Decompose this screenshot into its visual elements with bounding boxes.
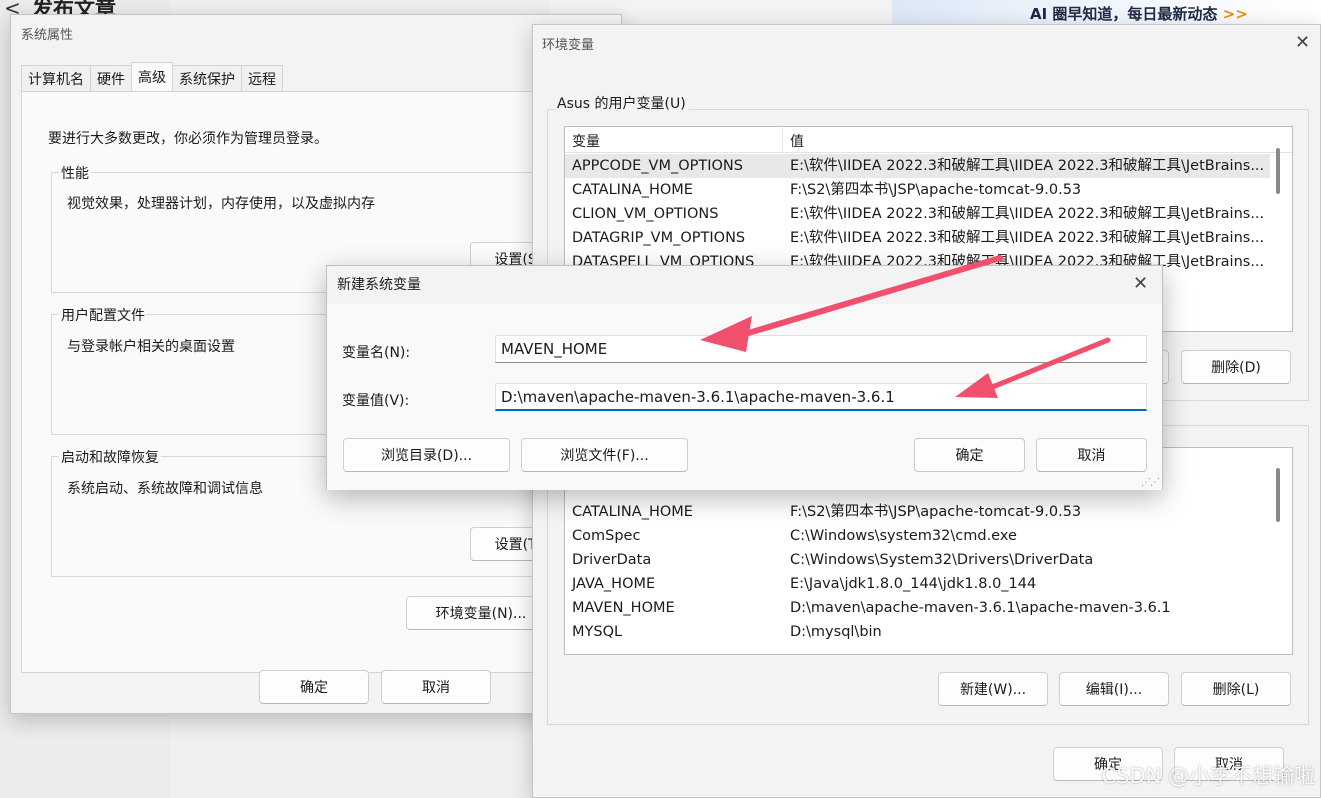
system-properties-tabs: 计算机名 硬件 高级 系统保护 远程	[21, 62, 283, 92]
variable-name-input[interactable]	[495, 335, 1147, 363]
system-properties-title: 系统属性	[21, 28, 74, 43]
user-table-header: 变量 值	[565, 127, 1292, 153]
variable-name: CATALINA_HOME	[572, 182, 693, 198]
tab-hardware[interactable]: 硬件	[90, 65, 132, 91]
variable-value: E:\软件\IIDEA 2022.3和破解工具\IIDEA 2022.3和破解工…	[790, 206, 1265, 222]
variable-name: APPCODE_VM_OPTIONS	[572, 158, 743, 174]
dialog-ok-button[interactable]: 确定	[914, 438, 1025, 472]
tab-system-protection[interactable]: 系统保护	[172, 65, 242, 91]
user-table-scrollbar[interactable]	[1276, 148, 1280, 194]
browse-file-button[interactable]: 浏览文件(F)...	[521, 438, 688, 472]
resize-grip-icon[interactable]: ⋰⋰	[1141, 477, 1160, 488]
user-profiles-desc: 与登录帐户相关的桌面设置	[67, 339, 235, 355]
system-variable-edit-button[interactable]: 编辑(I)...	[1059, 672, 1169, 706]
browse-directory-button[interactable]: 浏览目录(D)...	[343, 438, 510, 472]
variable-value-label: 变量值(V):	[342, 393, 410, 409]
column-header-value[interactable]: 值	[783, 127, 811, 153]
table-row[interactable]: DATAGRIP_VM_OPTIONS E:\软件\IIDEA 2022.3和破解…	[565, 226, 1270, 250]
variable-value: D:\mysql\bin	[790, 624, 882, 640]
variable-value: D:\maven\apache-maven-3.6.1\apache-maven…	[790, 600, 1171, 616]
user-variables-label: Asus 的用户变量(U)	[554, 93, 689, 113]
table-row[interactable]: CATALINA_HOME F:\S2\第四本书\JSP\apache-tomca…	[565, 500, 1270, 524]
system-variable-new-button[interactable]: 新建(W)...	[938, 672, 1048, 706]
variable-name-label: 变量名(N):	[342, 345, 411, 361]
variable-name: DriverData	[572, 552, 652, 568]
watermark: CSDN @小李不想输啦	[1101, 764, 1315, 788]
tab-remote[interactable]: 远程	[241, 65, 283, 91]
system-properties-ok-button[interactable]: 确定	[259, 670, 369, 704]
tab-computer-name[interactable]: 计算机名	[21, 65, 91, 91]
performance-label: 性能	[59, 163, 91, 183]
dialog-close-icon[interactable]: ✕	[1133, 275, 1148, 293]
variable-value: F:\S2\第四本书\JSP\apache-tomcat-9.0.53	[790, 504, 1082, 520]
dialog-body: 变量名(N): 变量值(V): 浏览目录(D)... 浏览文件(F)... 确定…	[327, 304, 1162, 490]
variable-value: E:\软件\IIDEA 2022.3和破解工具\IIDEA 2022.3和破解工…	[790, 230, 1265, 246]
system-properties-cancel-button[interactable]: 取消	[381, 670, 491, 704]
table-row[interactable]: APPCODE_VM_OPTIONS E:\软件\IIDEA 2022.3和破解工…	[565, 154, 1270, 178]
table-row[interactable]: MYSQL D:\mysql\bin	[565, 620, 1270, 644]
variable-value: E:\软件\IIDEA 2022.3和破解工具\IIDEA 2022.3和破解工…	[790, 158, 1265, 174]
system-table-scrollbar[interactable]	[1276, 468, 1280, 522]
user-profiles-label: 用户配置文件	[59, 305, 147, 325]
variable-name: ComSpec	[572, 528, 641, 544]
performance-desc: 视觉效果，处理器计划，内存使用，以及虚拟内存	[67, 196, 375, 212]
table-row[interactable]: DriverData C:\Windows\System32\Drivers\Dr…	[565, 548, 1270, 572]
table-row[interactable]: MAVEN_HOME D:\maven\apache-maven-3.6.1\ap…	[565, 596, 1270, 620]
table-row[interactable]: CATALINA_HOME F:\S2\第四本书\JSP\apache-tomca…	[565, 178, 1270, 202]
variable-name: DATAGRIP_VM_OPTIONS	[572, 230, 746, 246]
column-header-name[interactable]: 变量	[565, 127, 783, 153]
dialog-cancel-button[interactable]: 取消	[1036, 438, 1147, 472]
variable-value: C:\Windows\System32\Drivers\DriverData	[790, 552, 1094, 568]
table-row[interactable]: JAVA_HOME E:\Java\jdk1.8.0_144\jdk1.8.0_1…	[565, 572, 1270, 596]
system-variable-delete-button[interactable]: 删除(L)	[1181, 672, 1291, 706]
banner-arrow-icon: >>	[1222, 5, 1248, 23]
table-row[interactable]: ComSpec C:\Windows\system32\cmd.exe	[565, 524, 1270, 548]
variable-value: F:\S2\第四本书\JSP\apache-tomcat-9.0.53	[790, 182, 1082, 198]
tab-advanced[interactable]: 高级	[131, 62, 173, 92]
variable-name: CLION_VM_OPTIONS	[572, 206, 719, 222]
admin-note: 要进行大多数更改，你必须作为管理员登录。	[48, 131, 328, 147]
user-variable-delete-button[interactable]: 删除(D)	[1181, 350, 1291, 384]
variable-value: E:\Java\jdk1.8.0_144\jdk1.8.0_144	[790, 576, 1037, 592]
variable-name: MYSQL	[572, 624, 623, 640]
banner-text[interactable]: AI 圈早知道，每日最新动态 >>	[1030, 3, 1248, 24]
variable-value-input[interactable]	[495, 383, 1147, 411]
variable-value: C:\Windows\system32\cmd.exe	[790, 528, 1017, 544]
startup-desc: 系统启动、系统故障和调试信息	[67, 481, 263, 497]
variable-name: CATALINA_HOME	[572, 504, 693, 520]
table-row[interactable]: CLION_VM_OPTIONS E:\软件\IIDEA 2022.3和破解工具\…	[565, 202, 1270, 226]
new-system-variable-dialog: 新建系统变量 ✕ 变量名(N): 变量值(V): 浏览目录(D)... 浏览文件…	[326, 265, 1163, 490]
env-window-title: 环境变量	[542, 38, 595, 53]
env-close-icon[interactable]: ✕	[1295, 34, 1310, 52]
variable-name: MAVEN_HOME	[572, 600, 675, 616]
variable-name: JAVA_HOME	[572, 576, 656, 592]
dialog-title: 新建系统变量	[337, 277, 421, 293]
startup-label: 启动和故障恢复	[59, 447, 161, 467]
